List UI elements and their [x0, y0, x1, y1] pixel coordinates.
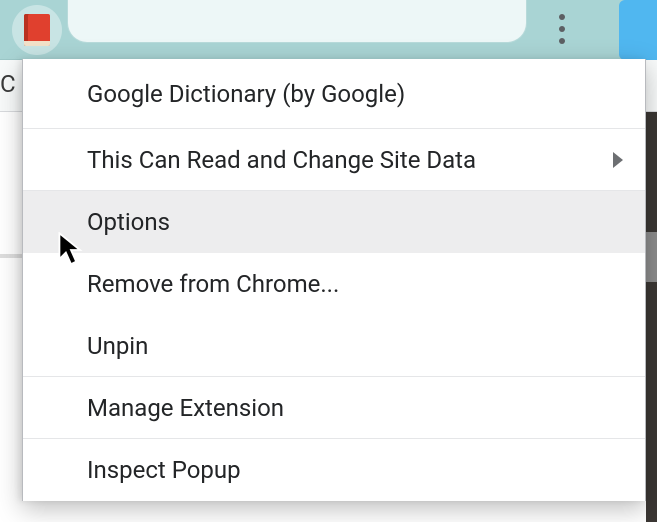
menu-item-remove[interactable]: Remove from Chrome... [23, 253, 645, 315]
extension-context-menu: Google Dictionary (by Google) This Can R… [22, 59, 646, 501]
menu-item-manage-extension[interactable]: Manage Extension [23, 377, 645, 439]
menu-item-inspect-popup[interactable]: Inspect Popup [23, 439, 645, 501]
context-menu-title-text: Google Dictionary (by Google) [87, 80, 405, 108]
address-bar-stub[interactable] [67, 0, 527, 43]
browser-menu-button[interactable] [539, 6, 585, 52]
menu-item-label: This Can Read and Change Site Data [87, 146, 476, 174]
page-decoration-right [646, 112, 657, 522]
menu-item-unpin[interactable]: Unpin [23, 315, 645, 377]
menu-item-label: Inspect Popup [87, 456, 241, 484]
kebab-dot-icon [559, 38, 565, 44]
menu-item-label: Remove from Chrome... [87, 270, 339, 298]
kebab-dot-icon [559, 14, 565, 20]
page-decoration [0, 254, 24, 258]
extension-button[interactable] [12, 5, 62, 55]
bookmark-item-fragment[interactable]: C [0, 70, 16, 98]
menu-item-site-data[interactable]: This Can Read and Change Site Data [23, 129, 645, 191]
menu-item-label: Manage Extension [87, 394, 284, 422]
book-icon [24, 14, 50, 46]
menu-item-label: Unpin [87, 332, 148, 360]
menu-item-label: Options [87, 208, 170, 236]
chevron-right-icon [613, 152, 623, 168]
context-menu-title: Google Dictionary (by Google) [23, 59, 645, 129]
kebab-dot-icon [559, 26, 565, 32]
menu-item-options[interactable]: Options [23, 191, 645, 253]
window-edge-panel [619, 0, 657, 60]
